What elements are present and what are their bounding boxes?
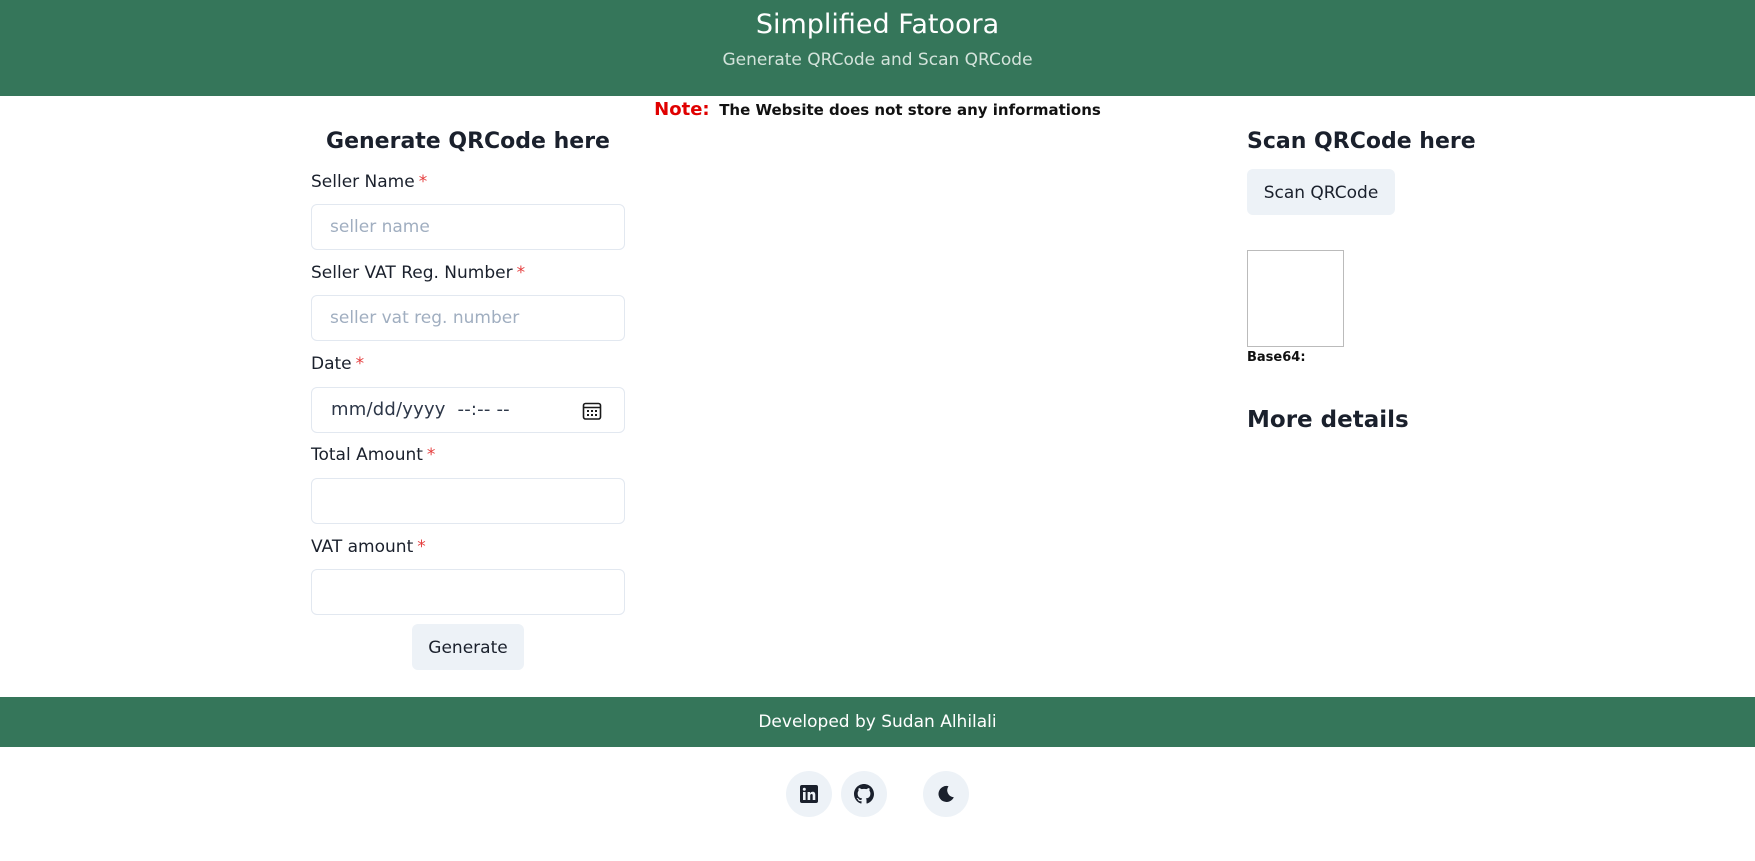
footer-credit: Developed by Sudan Alhilali [758, 712, 997, 732]
generate-section: Generate QRCode here [311, 124, 625, 160]
linkedin-button[interactable] [786, 771, 832, 817]
scan-qrcode-button[interactable]: Scan QRCode [1247, 169, 1395, 215]
seller-vat-input[interactable] [311, 295, 625, 341]
required-mark: * [516, 263, 526, 283]
dark-mode-toggle[interactable] [923, 771, 969, 817]
required-mark: * [426, 445, 436, 465]
note-text: The Website does not store any informati… [719, 101, 1101, 119]
app-subtitle: Generate QRCode and Scan QRCode [722, 50, 1033, 70]
required-mark: * [355, 354, 365, 374]
note-label: Note: [654, 99, 710, 120]
date-label: Date * [311, 352, 364, 376]
privacy-note: Note: The Website does not store any inf… [0, 99, 1755, 121]
generate-heading: Generate QRCode here [326, 129, 610, 154]
page-footer: Developed by Sudan Alhilali [0, 697, 1755, 747]
app-title: Simplified Fatoora [755, 9, 1000, 40]
vat-amount-label-text: VAT amount [311, 537, 414, 557]
total-amount-input[interactable] [311, 478, 625, 524]
base64-label: Base64: [1247, 350, 1306, 365]
generate-button[interactable]: Generate [412, 624, 524, 670]
vat-amount-label: VAT amount * [311, 535, 426, 559]
github-button[interactable] [841, 771, 887, 817]
seller-vat-label-text: Seller VAT Reg. Number [311, 263, 513, 283]
required-mark: * [418, 172, 428, 192]
seller-name-label-text: Seller Name [311, 172, 415, 192]
vat-amount-input[interactable] [311, 569, 625, 615]
calendar-icon[interactable] [582, 401, 602, 421]
more-details-heading: More details [1247, 407, 1409, 433]
scan-heading: Scan QRCode here [1247, 129, 1476, 154]
date-placeholder: mm/dd/yyyy --:-- -- [331, 399, 510, 420]
seller-name-label: Seller Name * [311, 170, 427, 194]
date-input[interactable]: mm/dd/yyyy --:-- -- [311, 387, 625, 433]
qrcode-preview [1247, 250, 1344, 347]
github-icon [854, 784, 874, 804]
seller-name-input[interactable] [311, 204, 625, 250]
date-label-text: Date [311, 354, 352, 374]
page-header: Simplified Fatoora Generate QRCode and S… [0, 0, 1755, 96]
required-mark: * [417, 537, 426, 557]
moon-icon [938, 785, 954, 802]
total-amount-label: Total Amount * [311, 443, 435, 467]
seller-vat-label: Seller VAT Reg. Number * [311, 261, 525, 285]
linkedin-icon [800, 785, 818, 803]
total-amount-label-text: Total Amount [311, 445, 423, 465]
